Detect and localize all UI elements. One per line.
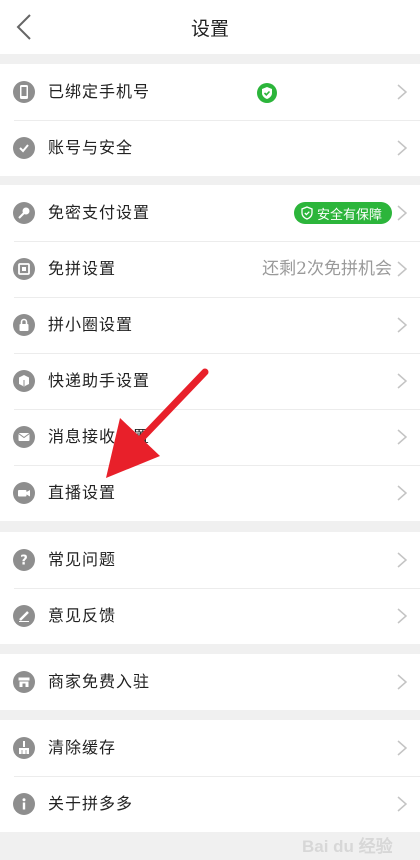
store-icon	[13, 671, 35, 693]
shield-check-icon	[13, 137, 35, 159]
chevron-right-icon	[397, 552, 408, 568]
settings-row-group-free[interactable]: 免拼设置 还剩2次免拼机会	[0, 241, 420, 297]
chevron-right-icon	[397, 674, 408, 690]
video-camera-icon	[13, 482, 35, 504]
info-icon	[13, 793, 35, 815]
chevron-right-icon	[397, 740, 408, 756]
chevron-right-icon	[397, 205, 408, 221]
settings-row-clear-cache[interactable]: 清除缓存	[0, 720, 420, 776]
settings-row-label: 拼小圈设置	[48, 315, 134, 334]
pencil-icon	[13, 605, 35, 627]
settings-row-label: 免拼设置	[48, 259, 117, 278]
shield-icon	[301, 206, 313, 220]
chevron-right-icon	[397, 261, 408, 277]
settings-row-about[interactable]: 关于拼多多	[0, 776, 420, 832]
settings-row-label: 常见问题	[48, 550, 117, 569]
settings-row-feedback[interactable]: 意见反馈	[0, 588, 420, 644]
settings-row-label: 清除缓存	[48, 738, 117, 757]
chevron-right-icon	[397, 429, 408, 445]
watermark-text: Bai du 经验	[302, 837, 393, 856]
settings-row-message-receive[interactable]: 消息接收设置	[0, 409, 420, 465]
chevron-right-icon	[397, 373, 408, 389]
settings-row-label: 意见反馈	[48, 606, 117, 625]
chevron-right-icon	[397, 140, 408, 156]
settings-row-password-free-pay[interactable]: 免密支付设置 安全有保障	[0, 185, 420, 241]
key-icon	[13, 202, 35, 224]
settings-group-merchant: 商家免费入驻	[0, 654, 420, 710]
nav-bar: 设置	[0, 0, 420, 54]
security-badge-label: 安全有保障	[317, 207, 383, 223]
settings-row-bound-phone[interactable]: 已绑定手机号	[0, 64, 420, 120]
settings-group-help: ? 常见问题 意见反馈	[0, 532, 420, 644]
settings-row-label: 消息接收设置	[48, 427, 151, 446]
settings-row-label: 关于拼多多	[48, 794, 134, 813]
pin-card-icon	[13, 258, 35, 280]
verified-shield-icon	[257, 83, 277, 103]
settings-row-account-security[interactable]: 账号与安全	[0, 120, 420, 176]
settings-row-label: 账号与安全	[48, 138, 134, 157]
question-icon: ?	[13, 549, 35, 571]
settings-row-label: 直播设置	[48, 483, 117, 502]
watermark: Bai du 经验	[302, 828, 412, 856]
settings-row-label: 已绑定手机号	[48, 82, 151, 101]
security-badge: 安全有保障	[294, 202, 392, 224]
settings-row-merchant-join[interactable]: 商家免费入驻	[0, 654, 420, 710]
settings-row-label: 免密支付设置	[48, 203, 151, 222]
chevron-right-icon	[397, 485, 408, 501]
settings-row-live-stream[interactable]: 直播设置	[0, 465, 420, 521]
remaining-chances-value: 还剩2次免拼机会	[262, 259, 392, 279]
chevron-right-icon	[397, 84, 408, 100]
lock-icon	[13, 314, 35, 336]
broom-icon	[13, 737, 35, 759]
chevron-right-icon	[397, 796, 408, 812]
package-icon	[13, 370, 35, 392]
chevron-right-icon	[397, 317, 408, 333]
settings-group-account: 已绑定手机号 账号与安全	[0, 64, 420, 176]
mail-icon	[13, 426, 35, 448]
settings-row-label: 商家免费入驻	[48, 672, 151, 691]
svg-text:?: ?	[20, 554, 28, 569]
chevron-right-icon	[397, 608, 408, 624]
settings-row-label: 快递助手设置	[48, 371, 151, 390]
settings-group-features: 免密支付设置 安全有保障 免拼设置 还剩2次免拼机会 拼小圈设置 快递助手设置 …	[0, 185, 420, 521]
settings-row-express-assistant[interactable]: 快递助手设置	[0, 353, 420, 409]
settings-row-pin-circle[interactable]: 拼小圈设置	[0, 297, 420, 353]
page-title: 设置	[190, 18, 229, 40]
phone-icon	[13, 81, 35, 103]
settings-group-system: 清除缓存 关于拼多多	[0, 720, 420, 832]
settings-row-faq[interactable]: ? 常见问题	[0, 532, 420, 588]
